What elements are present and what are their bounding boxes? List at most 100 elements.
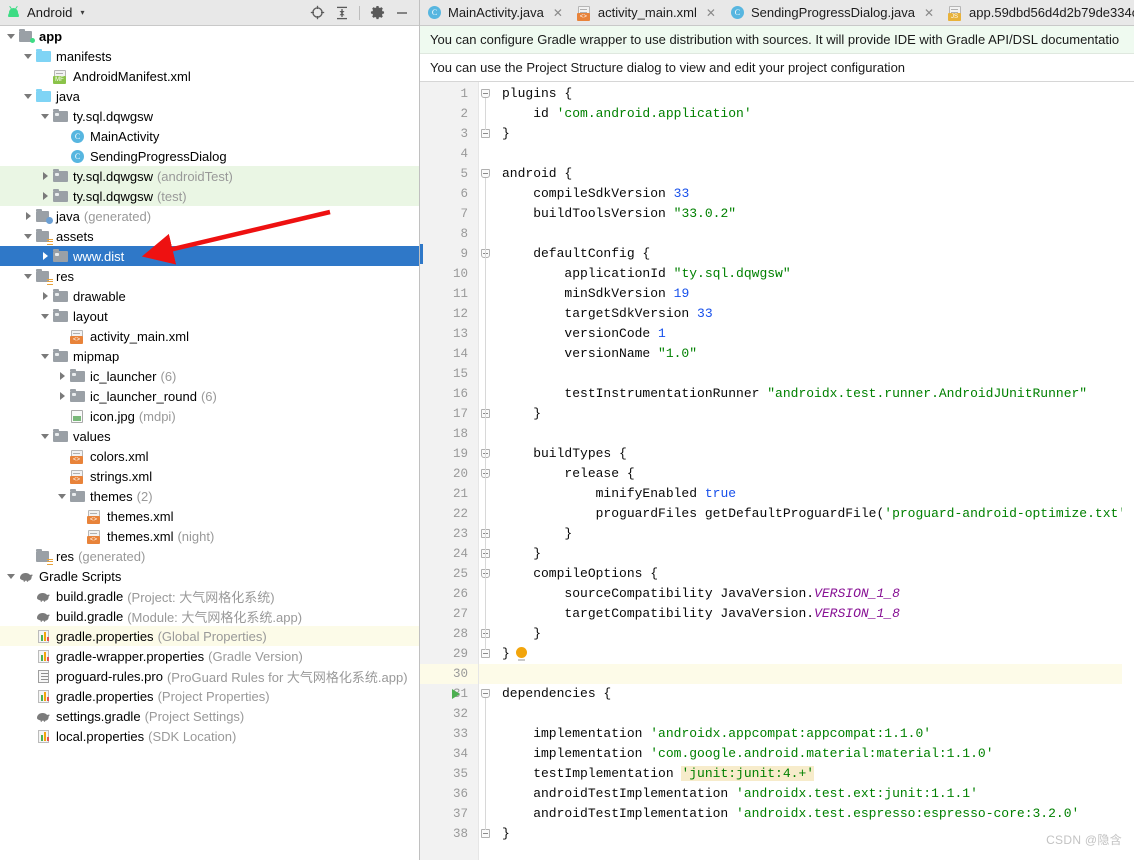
code-line[interactable]: }: [502, 624, 541, 644]
project-tree[interactable]: app manifests MF AndroidManifest.xml java ty.…: [0, 26, 419, 860]
tree-node-ic-launcher[interactable]: ic_launcher (6): [0, 366, 419, 386]
tree-node-gradle.properties[interactable]: gradle.properties (Project Properties): [0, 686, 419, 706]
tree-node-themes[interactable]: themes (2): [0, 486, 419, 506]
code-line[interactable]: applicationId "ty.sql.dqwgsw": [502, 264, 790, 284]
tree-node-layout[interactable]: layout: [0, 306, 419, 326]
project-structure-notification[interactable]: You can use the Project Structure dialog…: [420, 54, 1134, 82]
tree-node-java[interactable]: java (generated): [0, 206, 419, 226]
editor-tab-mainactivity.java[interactable]: C MainActivity.java ✕: [420, 0, 570, 25]
project-view-selector[interactable]: Android ▾: [6, 5, 85, 20]
code-line[interactable]: implementation 'com.google.android.mater…: [502, 744, 993, 764]
tree-toggle-right-icon[interactable]: [23, 211, 34, 222]
tree-toggle-down-icon[interactable]: [40, 351, 51, 362]
tree-toggle-right-icon[interactable]: [40, 251, 51, 262]
code-fold-collapse-icon[interactable]: [481, 169, 490, 178]
code-fold-expand-icon[interactable]: [481, 649, 490, 658]
code-line[interactable]: minSdkVersion 19: [502, 284, 689, 304]
code-line[interactable]: targetCompatibility JavaVersion.VERSION_…: [502, 604, 899, 624]
tree-toggle-down-icon[interactable]: [57, 491, 68, 502]
tree-toggle-down-icon[interactable]: [23, 91, 34, 102]
code-line[interactable]: release {: [502, 464, 634, 484]
code-line[interactable]: }: [502, 404, 541, 424]
code-line[interactable]: }: [502, 644, 510, 664]
code-line[interactable]: dependencies {: [502, 684, 611, 704]
code-line[interactable]: }: [502, 824, 510, 844]
code-line[interactable]: androidTestImplementation 'androidx.test…: [502, 784, 978, 804]
editor-tab-activity-main.xml[interactable]: <> activity_main.xml ✕: [569, 0, 723, 25]
close-icon[interactable]: ✕: [924, 6, 934, 20]
tree-toggle-right-icon[interactable]: [57, 391, 68, 402]
code-line[interactable]: targetSdkVersion 33: [502, 304, 712, 324]
tree-node-build.gradle[interactable]: build.gradle (Project: 大气网格化系统): [0, 586, 419, 606]
code-line[interactable]: id 'com.android.application': [502, 104, 751, 124]
code-line[interactable]: versionName "1.0": [502, 344, 697, 364]
code-line[interactable]: proguardFiles getDefaultProguardFile('pr…: [502, 504, 1134, 524]
tree-toggle-right-icon[interactable]: [40, 291, 51, 302]
code-line[interactable]: }: [502, 544, 541, 564]
tree-node-proguard-rules.pro[interactable]: proguard-rules.pro (ProGuard Rules for 大气…: [0, 666, 419, 686]
code-line[interactable]: defaultConfig {: [502, 244, 650, 264]
tree-node-java[interactable]: java: [0, 86, 419, 106]
tree-node-assets[interactable]: assets: [0, 226, 419, 246]
tree-toggle-right-icon[interactable]: [40, 171, 51, 182]
code-line[interactable]: testInstrumentationRunner "androidx.test…: [502, 384, 1087, 404]
tree-node-app[interactable]: app: [0, 26, 419, 46]
tree-node-colors.xml[interactable]: <> colors.xml: [0, 446, 419, 466]
tree-node-sendingprogressdialog[interactable]: C SendingProgressDialog: [0, 146, 419, 166]
tree-node-gradle-wrapper.properties[interactable]: gradle-wrapper.properties (Gradle Version…: [0, 646, 419, 666]
code-folding-gutter[interactable]: [478, 82, 492, 860]
code-line[interactable]: compileSdkVersion 33: [502, 184, 689, 204]
tree-toggle-right-icon[interactable]: [57, 371, 68, 382]
code-line[interactable]: versionCode 1: [502, 324, 665, 344]
close-icon[interactable]: ✕: [706, 6, 716, 20]
code-line[interactable]: androidTestImplementation 'androidx.test…: [502, 804, 1079, 824]
tree-node-drawable[interactable]: drawable: [0, 286, 419, 306]
tree-node-build.gradle[interactable]: build.gradle (Module: 大气网格化系统.app): [0, 606, 419, 626]
tree-toggle-down-icon[interactable]: [40, 431, 51, 442]
code-line[interactable]: plugins {: [502, 84, 572, 104]
run-gradle-task-icon[interactable]: [452, 689, 460, 699]
tree-toggle-down-icon[interactable]: [23, 271, 34, 282]
gradle-wrapper-notification[interactable]: You can configure Gradle wrapper to use …: [420, 26, 1134, 54]
code-fold-collapse-icon[interactable]: [481, 689, 490, 698]
tree-node-www.dist[interactable]: www.dist: [0, 246, 419, 266]
code-line[interactable]: buildTypes {: [502, 444, 627, 464]
tree-node-activity-main.xml[interactable]: <> activity_main.xml: [0, 326, 419, 346]
code-fold-expand-icon[interactable]: [481, 829, 490, 838]
tree-toggle-down-icon[interactable]: [6, 571, 17, 582]
tree-node-manifests[interactable]: manifests: [0, 46, 419, 66]
code-fold-expand-icon[interactable]: [481, 129, 490, 138]
code-line[interactable]: implementation 'androidx.appcompat:appco…: [502, 724, 931, 744]
editor-tab-sendingprogressdialog.java[interactable]: C SendingProgressDialog.java ✕: [722, 0, 942, 25]
code-editor[interactable]: 1 2 3 4 5 6 7 8 9 10 11 12 13 14 15 16 17 18 19 20 21 22 23 24 2…: [420, 82, 1134, 860]
tree-node-themes.xml[interactable]: <> themes.xml: [0, 506, 419, 526]
tree-node-gradle.properties[interactable]: gradle.properties (Global Properties): [0, 626, 419, 646]
code-line[interactable]: compileOptions {: [502, 564, 658, 584]
tree-node-local.properties[interactable]: local.properties (SDK Location): [0, 726, 419, 746]
editor-tab-bar[interactable]: C MainActivity.java ✕ <> activity_main.xml ✕ C…: [420, 0, 1134, 26]
tree-toggle-down-icon[interactable]: [40, 111, 51, 122]
code-content[interactable]: plugins { id 'com.android.application'} a…: [492, 82, 1134, 860]
tree-node-ty.sql.dqwgsw[interactable]: ty.sql.dqwgsw (test): [0, 186, 419, 206]
line-number-gutter[interactable]: 1 2 3 4 5 6 7 8 9 10 11 12 13 14 15 16 17 18 19 20 21 22 23 24 2…: [420, 82, 478, 860]
tree-node-ty.sql.dqwgsw[interactable]: ty.sql.dqwgsw (androidTest): [0, 166, 419, 186]
tree-node-themes.xml[interactable]: <> themes.xml (night): [0, 526, 419, 546]
tree-node-ic-launcher-round[interactable]: ic_launcher_round (6): [0, 386, 419, 406]
tree-node-strings.xml[interactable]: <> strings.xml: [0, 466, 419, 486]
intention-bulb-icon[interactable]: [516, 647, 527, 661]
tree-node-mipmap[interactable]: mipmap: [0, 346, 419, 366]
collapse-all-icon[interactable]: [331, 3, 353, 23]
tree-node-ty.sql.dqwgsw[interactable]: ty.sql.dqwgsw: [0, 106, 419, 126]
tree-node-mainactivity[interactable]: C MainActivity: [0, 126, 419, 146]
tree-toggle-down-icon[interactable]: [23, 231, 34, 242]
tree-node-settings.gradle[interactable]: settings.gradle (Project Settings): [0, 706, 419, 726]
code-line[interactable]: buildToolsVersion "33.0.2": [502, 204, 736, 224]
tree-node-res[interactable]: res: [0, 266, 419, 286]
code-line[interactable]: testImplementation 'junit:junit:4.+': [502, 764, 815, 784]
tree-node-values[interactable]: values: [0, 426, 419, 446]
tree-node-androidmanifest.xml[interactable]: MF AndroidManifest.xml: [0, 66, 419, 86]
tree-node-icon.jpg[interactable]: icon.jpg (mdpi): [0, 406, 419, 426]
code-line[interactable]: sourceCompatibility JavaVersion.VERSION_…: [502, 584, 899, 604]
tree-node-gradle-scripts[interactable]: Gradle Scripts: [0, 566, 419, 586]
code-line[interactable]: }: [502, 524, 572, 544]
